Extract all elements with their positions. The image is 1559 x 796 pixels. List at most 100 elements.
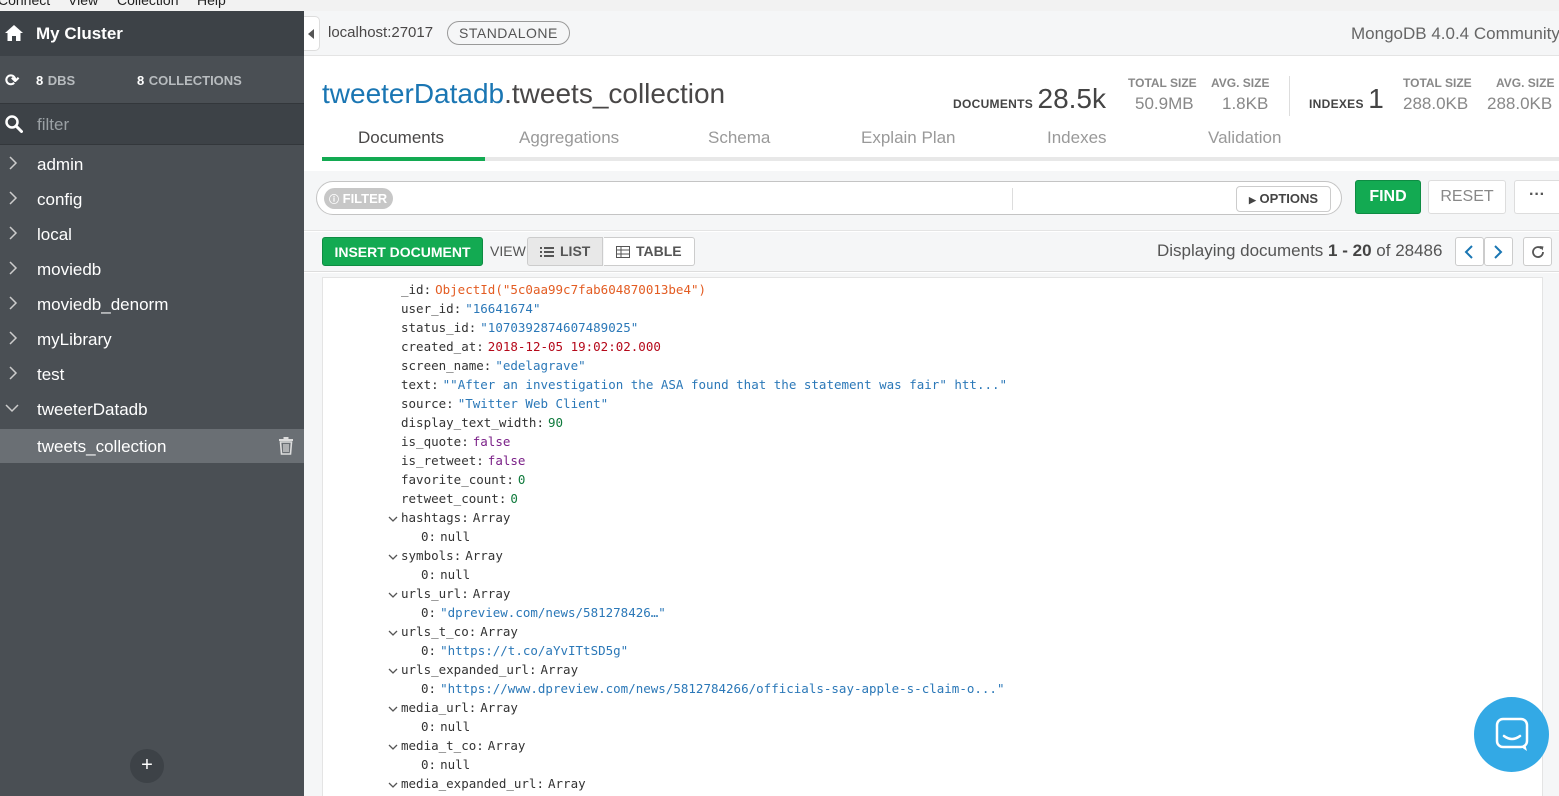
document-field[interactable]: 0: null [421, 757, 470, 776]
reset-button[interactable]: RESET [1428, 180, 1506, 214]
field-value: Array [472, 510, 511, 525]
document-field[interactable]: 0: "https://t.co/aYvITtSD5g" [421, 643, 628, 662]
intercom-chat-button[interactable] [1474, 697, 1549, 772]
menu-connect[interactable]: Connect [0, 0, 50, 8]
document-field[interactable]: symbols: Array [388, 548, 503, 567]
sidebar-db-admin[interactable]: admin [0, 146, 304, 181]
sidebar-db-config[interactable]: config [0, 181, 304, 216]
field-value: "https://www.dpreview.com/news/581278426… [440, 681, 1005, 696]
sidebar-filter [0, 103, 304, 145]
refresh-icon[interactable]: ⟳ [5, 71, 19, 91]
field-colon: : [528, 662, 537, 677]
sidebar-db-local[interactable]: local [0, 216, 304, 251]
view-list-button[interactable]: LIST [527, 237, 604, 266]
field-key: is_retweet [401, 453, 477, 468]
prev-page-button[interactable] [1455, 237, 1484, 266]
document-field[interactable]: is_quote: false [401, 434, 510, 453]
db-link[interactable]: tweeterDatadb [322, 78, 504, 109]
menu-help[interactable]: Help [197, 0, 226, 8]
more-options-button[interactable]: ··· [1514, 180, 1559, 214]
menu-collection[interactable]: Collection [117, 0, 178, 8]
field-value: null [440, 757, 471, 772]
expand-chevron-icon[interactable] [388, 704, 398, 714]
field-value: false [487, 453, 526, 468]
chevron-left-icon [1464, 245, 1473, 259]
avg-size-label: AVG. SIZE [1211, 76, 1270, 90]
sidebar-db-moviedb[interactable]: moviedb [0, 251, 304, 286]
expand-chevron-icon[interactable] [388, 742, 398, 752]
menu-view[interactable]: View [68, 0, 98, 8]
tab-schema[interactable]: Schema [708, 128, 770, 148]
document-field[interactable]: created_at: 2018-12-05 19:02:02.000 [401, 339, 661, 358]
create-database-button[interactable]: + [130, 749, 164, 783]
expand-chevron-icon[interactable] [388, 666, 398, 676]
field-colon: : [536, 415, 544, 430]
document-field[interactable]: is_retweet: false [401, 453, 525, 472]
expand-chevron-icon[interactable] [388, 628, 398, 638]
cluster-header[interactable]: My Cluster [0, 11, 304, 56]
field-colon: : [476, 453, 484, 468]
expand-chevron-icon[interactable] [388, 552, 398, 562]
tab-aggregations[interactable]: Aggregations [519, 128, 619, 148]
sidebar-db-mylibrary[interactable]: myLibrary [0, 321, 304, 356]
field-colon: : [468, 320, 477, 335]
sidebar-db-moviedb-denorm[interactable]: moviedb_denorm [0, 286, 304, 321]
expand-chevron-icon[interactable] [388, 514, 398, 524]
document-field[interactable]: media_expanded_url: Array [388, 776, 586, 795]
document-field[interactable]: 0: null [421, 529, 470, 548]
document-field[interactable]: 0: "https://www.dpreview.com/news/5812784… [421, 681, 1005, 700]
field-colon: : [536, 776, 544, 791]
document-field[interactable]: display_text_width: 90 [401, 415, 563, 434]
find-button[interactable]: FIND [1355, 180, 1421, 214]
document-field[interactable]: user_id: "16641674" [401, 301, 540, 320]
document-field[interactable]: urls_expanded_url: Array [388, 662, 578, 681]
field-key: source [401, 396, 447, 411]
documents-toolbar: INSERT DOCUMENT VIEW LIST TABLE Displayi… [304, 232, 1559, 272]
field-colon: : [453, 548, 462, 563]
next-page-button[interactable] [1484, 237, 1513, 266]
document-field[interactable]: media_t_co: Array [388, 738, 525, 757]
document-field[interactable]: urls_t_co: Array [388, 624, 518, 643]
document-field[interactable]: retweet_count: 0 [401, 491, 518, 510]
chevron-right-icon [9, 156, 18, 170]
tab-validation[interactable]: Validation [1208, 128, 1281, 148]
chevron-down-icon [5, 404, 19, 413]
view-table-button[interactable]: TABLE [604, 237, 695, 266]
tab-documents[interactable]: Documents [358, 128, 444, 148]
document-field[interactable]: source: "Twitter Web Client" [401, 396, 608, 415]
document-field[interactable]: media_url: Array [388, 700, 518, 719]
insert-document-button[interactable]: INSERT DOCUMENT [322, 237, 483, 266]
cluster-name: My Cluster [36, 24, 123, 43]
expand-chevron-icon[interactable] [388, 780, 398, 790]
document-field[interactable]: _id: ObjectId("5c0aa99c7fab604870013be4") [401, 282, 706, 301]
document-field[interactable]: 0: "dpreview.com/news/581278426…" [421, 605, 666, 624]
active-tab-indicator [322, 157, 485, 161]
options-toggle[interactable]: ▶ OPTIONS [1236, 186, 1332, 212]
document-field[interactable]: status_id: "1070392874607489025" [401, 320, 638, 339]
field-value: ""After an investigation the ASA found t… [442, 377, 1008, 392]
field-value: Array [465, 548, 503, 563]
chevron-right-icon [9, 296, 18, 310]
tab-explain-plan[interactable]: Explain Plan [861, 128, 956, 148]
trash-icon[interactable] [278, 437, 294, 455]
documents-stat: DOCUMENTS 28.5k [953, 83, 1106, 114]
document-field[interactable]: 0: null [421, 567, 470, 586]
expand-chevron-icon[interactable] [388, 590, 398, 600]
document-field[interactable]: urls_url: Array [388, 586, 510, 605]
collection-header: tweeterDatadb.tweets_collection DOCUMENT… [304, 56, 1559, 161]
field-key: media_t_co [401, 738, 477, 753]
document-field[interactable]: favorite_count: 0 [401, 472, 525, 491]
collapse-sidebar-button[interactable] [304, 16, 320, 51]
document-field[interactable]: 0: null [421, 719, 470, 738]
sidebar-collection-tweets-collection[interactable]: tweets_collection [0, 429, 304, 463]
sidebar-filter-input[interactable] [35, 112, 285, 138]
sidebar-db-tweeterdatadb[interactable]: tweeterDatadb [0, 391, 304, 426]
caret-right-icon: ▶ [1249, 195, 1256, 205]
document-field[interactable]: text: ""After an investigation the ASA fo… [401, 377, 1007, 396]
document-field[interactable]: screen_name: "edelagrave" [401, 358, 586, 377]
document-field[interactable]: hashtags: Array [388, 510, 511, 529]
refresh-documents-button[interactable] [1523, 237, 1552, 266]
sidebar-db-test[interactable]: test [0, 356, 304, 391]
tab-indexes[interactable]: Indexes [1047, 128, 1107, 148]
filter-input[interactable]: ⓘ FILTER ▶ OPTIONS [316, 181, 1342, 215]
